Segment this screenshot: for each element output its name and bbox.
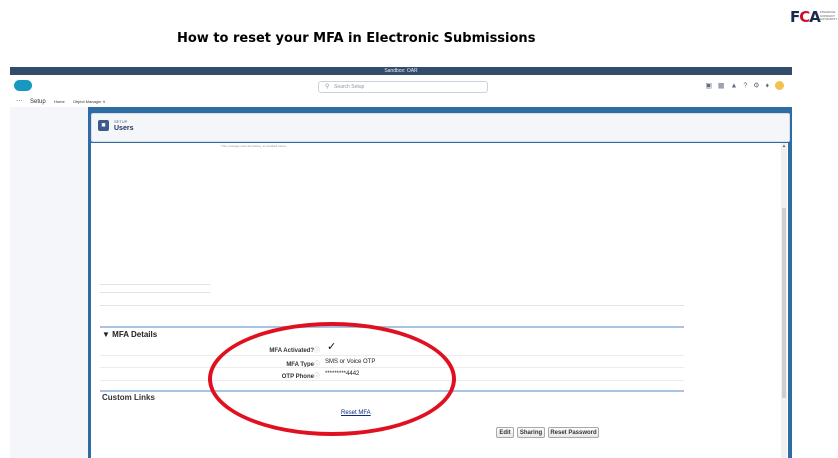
row-divider bbox=[100, 355, 684, 356]
divider bbox=[100, 292, 210, 293]
trailhead-icon[interactable]: ▲ bbox=[730, 82, 739, 89]
document-title: How to reset your MFA in Electronic Subm… bbox=[177, 31, 536, 46]
info-icon[interactable]: ⓘ bbox=[314, 348, 320, 354]
gear-icon[interactable]: ⚙ bbox=[753, 82, 761, 89]
bell-icon[interactable]: ♦ bbox=[765, 82, 771, 89]
add-icon[interactable]: ▣ bbox=[705, 82, 714, 89]
mfa-activated-label: MFA Activated?ⓘ bbox=[269, 348, 320, 354]
org-banner-text: Sandbox: OAR bbox=[384, 68, 418, 74]
custom-links-title: Custom Links bbox=[102, 393, 155, 402]
edit-button[interactable]: Edit bbox=[496, 427, 514, 438]
favorites-icon[interactable]: ▦ bbox=[718, 82, 727, 89]
divider bbox=[100, 305, 684, 306]
mfa-type-value: SMS or Voice OTP bbox=[325, 359, 376, 365]
divider bbox=[100, 284, 210, 285]
salesforce-logo[interactable] bbox=[14, 80, 32, 91]
otp-phone-value: *********4442 bbox=[325, 371, 360, 377]
reset-mfa-link[interactable]: Reset MFA bbox=[341, 410, 371, 416]
page-header-eyebrow: SETUP bbox=[114, 119, 128, 124]
mfa-activated-check: ✓ bbox=[327, 341, 337, 353]
sharing-button[interactable]: Sharing bbox=[517, 427, 545, 438]
row-divider bbox=[100, 380, 684, 381]
scrollbar-thumb[interactable] bbox=[782, 208, 786, 398]
page-header: ■ SETUP Users bbox=[91, 113, 790, 142]
users-icon: ■ bbox=[98, 120, 109, 131]
custom-links-divider bbox=[100, 390, 684, 392]
app-launcher-icon[interactable]: ⋯ bbox=[16, 98, 23, 106]
fca-logo-mark: FCA bbox=[790, 8, 821, 26]
user-detail-panel bbox=[91, 143, 788, 458]
search-icon: ⚲ bbox=[325, 84, 330, 90]
tab-home[interactable]: Home bbox=[54, 98, 65, 106]
avatar-icon[interactable] bbox=[775, 81, 784, 90]
otp-phone-label: OTP Phoneⓘ bbox=[281, 374, 320, 380]
fca-logo: FCA FINANCIAL CONDUCT AUTHORITY bbox=[790, 8, 838, 26]
app-name: Setup bbox=[30, 99, 46, 105]
search-placeholder: Search Setup bbox=[334, 84, 365, 90]
collapse-icon[interactable]: ▼ bbox=[102, 330, 110, 339]
scroll-up-icon[interactable]: ▲ bbox=[781, 143, 787, 148]
mfa-section-divider bbox=[100, 326, 684, 328]
search-setup-input[interactable]: ⚲ Search Setup bbox=[318, 81, 488, 93]
panel-scrollbar[interactable]: ▲ bbox=[781, 143, 787, 458]
fca-logo-side-text: FINANCIAL CONDUCT AUTHORITY bbox=[820, 10, 838, 21]
org-banner: Sandbox: OAR bbox=[10, 67, 792, 75]
header-icons: ▣ ▦ ▲ ? ⚙ ♦ bbox=[705, 81, 784, 90]
global-header: ⚲ Search Setup ▣ ▦ ▲ ? ⚙ ♦ bbox=[10, 75, 792, 97]
mfa-section-title[interactable]: ▼ MFA Details bbox=[102, 330, 157, 339]
help-icon[interactable]: ? bbox=[743, 82, 749, 89]
left-strip bbox=[10, 107, 88, 458]
tab-object-manager[interactable]: Object Manager ∨ bbox=[73, 98, 106, 106]
faint-text: This message uses formatting, as detaile… bbox=[221, 144, 287, 148]
page-title: Users bbox=[114, 125, 134, 132]
reset-password-button[interactable]: Reset Password bbox=[548, 427, 599, 438]
row-divider bbox=[100, 367, 684, 368]
